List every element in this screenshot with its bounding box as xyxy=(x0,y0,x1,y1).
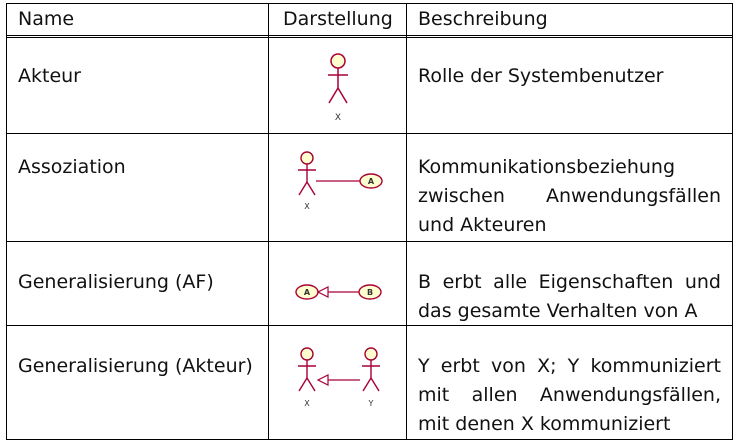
description-line: und Akteuren xyxy=(418,214,547,236)
uml-association-icon: X A xyxy=(298,151,383,211)
description-line: B erbt alle Eigenschaften und xyxy=(418,271,721,293)
header-name: Name xyxy=(18,8,75,30)
header-description: Beschreibung xyxy=(418,8,548,30)
usecase-parent-label: A xyxy=(304,288,311,297)
actor-label: X xyxy=(335,113,341,123)
actor-child-label: Y xyxy=(368,399,374,408)
row-description-actor: Rolle der Systembenutzer xyxy=(418,62,721,91)
row-description-association: Kommunikationsbeziehung zwischen Anwendu… xyxy=(418,153,721,240)
description-line: Rolle der Systembenutzer xyxy=(418,65,664,87)
actor-label: X xyxy=(304,202,310,211)
uml-actor-generalization-icon: X Y xyxy=(298,347,380,408)
description-line: Kommunikationsbeziehung xyxy=(418,156,676,178)
description-line: mit denen X kommuniziert xyxy=(418,413,671,435)
header-depiction: Darstellung xyxy=(283,8,393,30)
description-line: mit allen Anwendungsfällen, xyxy=(418,384,721,406)
generalization-arrowhead xyxy=(316,374,329,386)
uml-actor-icon: X xyxy=(328,53,348,123)
row-description-actor-generalization: Y erbt von X; Y kommuniziert mit allen A… xyxy=(418,352,721,439)
description-line: das gesamte Verhalten von A xyxy=(418,300,698,322)
actor-parent-label: X xyxy=(304,399,310,408)
uml-usecase-generalization-icon: A B xyxy=(295,284,382,300)
row-name-usecase-generalization: Generalisierung (AF) xyxy=(18,271,214,293)
row-name-actor: Akteur xyxy=(18,65,81,87)
description-line: zwischen Anwendungsfällen xyxy=(418,185,721,207)
row-name-actor-generalization: Generalisierung (Akteur) xyxy=(18,355,253,377)
row-description-usecase-generalization: B erbt alle Eigenschaften und das gesamt… xyxy=(418,268,721,326)
description-line: Y erbt von X; Y kommuniziert xyxy=(418,355,721,377)
usecase-label: A xyxy=(368,177,375,186)
usecase-child-label: B xyxy=(367,288,373,297)
generalization-arrowhead xyxy=(316,286,329,298)
row-name-association: Assoziation xyxy=(18,156,126,178)
